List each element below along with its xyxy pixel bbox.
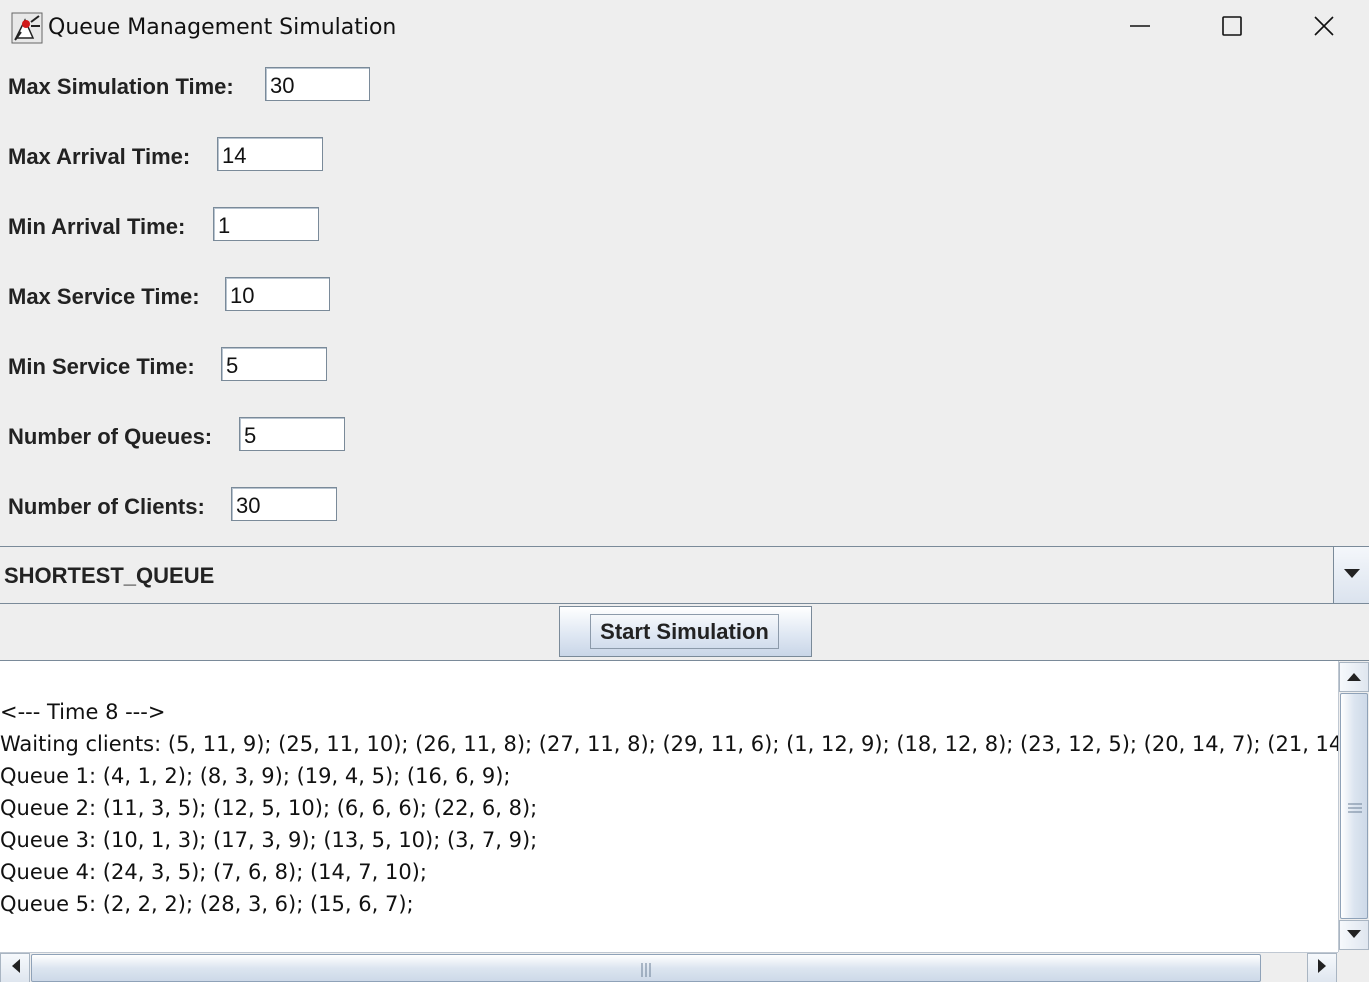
arrow-right-icon (1317, 958, 1327, 978)
max-arrival-time-label: Max Arrival Time: (8, 144, 191, 169)
vertical-scrollbar[interactable] (1338, 661, 1369, 952)
chevron-down-icon (1343, 566, 1360, 584)
horizontal-scroll-thumb[interactable] (31, 954, 1261, 982)
simulation-log: <--- Time 8 ---> Waiting clients: (5, 11… (0, 696, 1338, 920)
strategy-selected-value: SHORTEST_QUEUE (4, 563, 215, 588)
max-simulation-time-label: Max Simulation Time: (8, 74, 234, 99)
max-simulation-time-input[interactable] (265, 67, 370, 101)
maximize-icon (1221, 15, 1243, 42)
log-line: Queue 1: (4, 1, 2); (8, 3, 9); (19, 4, 5… (0, 764, 511, 788)
min-arrival-time-label: Min Arrival Time: (8, 214, 186, 239)
log-line: Queue 4: (24, 3, 5); (7, 6, 8); (14, 7, … (0, 860, 427, 884)
grip-icon (641, 963, 653, 977)
log-line: Queue 2: (11, 3, 5); (12, 5, 10); (6, 6,… (0, 796, 538, 820)
close-icon (1313, 15, 1335, 42)
number-of-clients-input[interactable] (231, 487, 337, 521)
output-scroll-pane[interactable]: <--- Time 8 ---> Waiting clients: (5, 11… (0, 660, 1369, 982)
window-title: Queue Management Simulation (48, 15, 397, 40)
maximize-button[interactable] (1186, 0, 1278, 56)
scroll-up-button[interactable] (1339, 662, 1369, 692)
dropdown-arrow-button[interactable] (1333, 547, 1369, 603)
number-of-clients-label: Number of Clients: (8, 494, 205, 519)
scroll-left-button[interactable] (0, 953, 30, 982)
strategy-dropdown[interactable]: SHORTEST_QUEUE (0, 546, 1369, 604)
scroll-down-button[interactable] (1339, 920, 1369, 950)
scrollbar-corner (1338, 952, 1369, 982)
log-line: Queue 5: (2, 2, 2); (28, 3, 6); (15, 6, … (0, 892, 414, 916)
minimize-icon (1129, 15, 1151, 42)
max-service-time-label: Max Service Time: (8, 284, 200, 309)
log-line: Queue 3: (10, 1, 3); (17, 3, 9); (13, 5,… (0, 828, 538, 852)
close-button[interactable] (1278, 0, 1369, 56)
number-of-queues-label: Number of Queues: (8, 424, 213, 449)
arrow-left-icon (11, 958, 20, 978)
vertical-scroll-thumb[interactable] (1340, 693, 1368, 919)
min-service-time-input[interactable] (221, 347, 327, 381)
scroll-right-button[interactable] (1307, 953, 1337, 982)
start-simulation-button[interactable]: Start Simulation (559, 606, 812, 657)
title-bar: Queue Management Simulation (0, 0, 1369, 56)
min-service-time-label: Min Service Time: (8, 354, 195, 379)
java-duke-icon (11, 12, 43, 44)
min-arrival-time-input[interactable] (213, 207, 319, 241)
grip-icon (1348, 800, 1362, 813)
log-line: <--- Time 8 ---> (0, 700, 166, 724)
start-simulation-label: Start Simulation (590, 614, 779, 649)
horizontal-scrollbar[interactable] (0, 952, 1338, 982)
max-arrival-time-input[interactable] (217, 137, 323, 171)
max-service-time-input[interactable] (225, 277, 330, 311)
minimize-button[interactable] (1094, 0, 1186, 56)
arrow-up-icon (1347, 668, 1361, 686)
log-line: Waiting clients: (5, 11, 9); (25, 11, 10… (0, 732, 1338, 756)
number-of-queues-input[interactable] (239, 417, 345, 451)
app-window: Queue Management Simulation Max Simulati… (0, 0, 1369, 982)
arrow-down-icon (1347, 926, 1361, 944)
